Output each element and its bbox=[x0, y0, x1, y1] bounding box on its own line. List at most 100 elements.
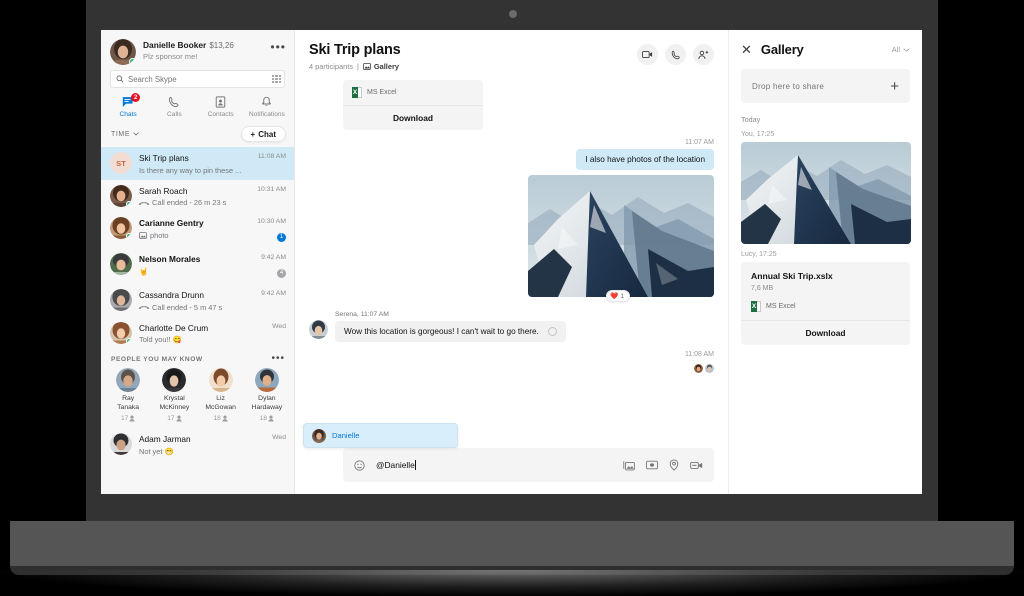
call-ended-icon bbox=[139, 304, 149, 310]
page-title: Ski Trip plans bbox=[309, 42, 400, 58]
message-photo[interactable] bbox=[528, 175, 714, 297]
person-card-ray-tanaka[interactable]: Ray Tanaka 17 bbox=[105, 368, 151, 422]
nav-tab-calls[interactable]: Calls bbox=[151, 96, 197, 118]
chat-item-meta: 9:42 AM 4 bbox=[261, 253, 286, 279]
gallery-link-label: Gallery bbox=[374, 62, 399, 71]
chat-list-item-ski-trip-plans[interactable]: ST Ski Trip plans Is there any way to pi… bbox=[101, 147, 294, 180]
avatar-initials: ST bbox=[110, 152, 132, 174]
people-you-may-know-menu-button[interactable]: ••• bbox=[271, 355, 285, 363]
gallery-link[interactable]: Gallery bbox=[363, 62, 399, 71]
chevron-down-icon bbox=[133, 132, 139, 136]
search-box[interactable] bbox=[110, 70, 285, 88]
gallery-photo-author: You, 17:25 bbox=[741, 131, 910, 138]
muted-unread-badge: 4 bbox=[277, 269, 286, 278]
person-card-liz-mcgowan[interactable]: Liz McGowan 18 bbox=[198, 368, 244, 422]
message-input-value: @Danielle bbox=[376, 460, 415, 470]
avatar[interactable] bbox=[110, 39, 136, 65]
person-card-krystal-mckinney[interactable]: Krystal McKinney 17 bbox=[151, 368, 197, 422]
chat-list-item-adam-jarman[interactable]: Adam Jarman Not yet 😁 Wed bbox=[101, 428, 294, 461]
chat-item-preview-text: Call ended - 5 m 47 s bbox=[152, 303, 222, 312]
profile-menu-button[interactable]: ••• bbox=[270, 39, 286, 51]
chat-item-time: Wed bbox=[272, 323, 286, 330]
add-file-button[interactable]: + bbox=[890, 79, 899, 94]
nav-tabs: 2 Chats Calls Contacts bbox=[101, 94, 294, 123]
video-call-button[interactable] bbox=[637, 44, 658, 65]
chat-list-item-nelson-morales[interactable]: Nelson Morales 🤘 9:42 AM 4 bbox=[101, 248, 294, 284]
chat-list-item-sarah-roach[interactable]: Sarah Roach Call ended - 26 m 23 s 10:31… bbox=[101, 180, 294, 213]
composer-actions bbox=[623, 459, 703, 471]
read-receipts bbox=[309, 364, 714, 373]
search-input[interactable] bbox=[128, 75, 272, 84]
person-first-name: Dylan bbox=[258, 395, 275, 404]
add-people-button[interactable] bbox=[693, 44, 714, 65]
subtitle-divider: | bbox=[357, 62, 359, 71]
participants-count: 4 participants bbox=[309, 62, 353, 71]
chat-list[interactable]: ST Ski Trip plans Is there any way to pi… bbox=[101, 147, 294, 494]
chat-item-body: Charlotte De Crum Told you!! 😋 bbox=[139, 322, 272, 345]
people-you-may-know-header: PEOPLE YOU MAY KNOW ••• bbox=[101, 349, 294, 366]
send-image-icon[interactable] bbox=[623, 460, 635, 471]
close-icon[interactable]: ✕ bbox=[741, 43, 752, 56]
conversation-panel: Ski Trip plans 4 participants | Gallery bbox=[295, 30, 728, 494]
profile-header[interactable]: Danielle Booker$13,26 Plz sponsor me! ••… bbox=[101, 30, 294, 69]
nav-tab-chats-label: Chats bbox=[120, 111, 137, 118]
sort-selector[interactable]: TIME bbox=[111, 131, 139, 138]
new-chat-button[interactable]: + Chat bbox=[241, 126, 286, 142]
account-balance: $13,26 bbox=[209, 41, 233, 50]
chat-item-preview: Is there any way to pin these ... bbox=[139, 166, 258, 175]
gallery-file-app-label: MS Excel bbox=[766, 303, 796, 310]
text-caret bbox=[415, 460, 416, 470]
audio-call-button[interactable] bbox=[665, 44, 686, 65]
chat-list-item-cassandra-drunn[interactable]: Cassandra Drunn Call ended - 5 m 47 s 9:… bbox=[101, 284, 294, 317]
dialpad-icon[interactable] bbox=[272, 75, 281, 84]
nav-tab-notifications[interactable]: Notifications bbox=[244, 96, 290, 118]
send-money-icon[interactable] bbox=[646, 460, 658, 470]
gallery-file-info: Annual Ski Trip.xslx 7,6 MB MS Excel bbox=[741, 262, 910, 320]
chat-item-preview: photo bbox=[139, 231, 257, 240]
read-receipt-avatar bbox=[705, 364, 714, 373]
laptop-shadow bbox=[0, 570, 1024, 596]
person-icon bbox=[222, 415, 228, 422]
send-location-icon[interactable] bbox=[669, 459, 679, 471]
gallery-photo[interactable] bbox=[741, 142, 911, 244]
chat-item-body: Cassandra Drunn Call ended - 5 m 47 s bbox=[139, 289, 261, 312]
chat-list-item-carianne-gentry[interactable]: Carianne Gentry photo 10:30 AM 1 bbox=[101, 212, 294, 248]
avatar bbox=[110, 289, 132, 311]
chat-item-body: Sarah Roach Call ended - 26 m 23 s bbox=[139, 185, 257, 208]
message-reaction[interactable]: ❤️ 1 bbox=[606, 290, 630, 302]
mention-suggestion[interactable]: Danielle bbox=[303, 423, 458, 448]
chat-item-time: 9:42 AM bbox=[261, 254, 286, 261]
chat-list-item-charlotte-de-crum[interactable]: Charlotte De Crum Told you!! 😋 Wed bbox=[101, 317, 294, 350]
message-list[interactable]: MS Excel Download 11:07 AM I also have p… bbox=[295, 80, 728, 448]
mention-suggestion-name: Danielle bbox=[332, 431, 359, 440]
chat-item-name: Ski Trip plans bbox=[139, 153, 258, 163]
outgoing-message-bubble[interactable]: I also have photos of the location bbox=[576, 149, 714, 170]
chat-item-time: 10:31 AM bbox=[257, 186, 286, 193]
call-ended-icon bbox=[139, 200, 149, 206]
mutual-contacts: 17 bbox=[167, 415, 181, 422]
incoming-sender-line: Serena, 11:07 AM bbox=[335, 311, 566, 318]
person-card-dylan-hardaway[interactable]: Dylan Hardaway 18 bbox=[244, 368, 290, 422]
drop-zone[interactable]: Drop here to share + bbox=[741, 69, 910, 103]
webcam-dot-icon bbox=[509, 10, 517, 18]
chat-item-body: Ski Trip plans Is there any way to pin t… bbox=[139, 152, 258, 175]
gallery-file-card[interactable]: Annual Ski Trip.xslx 7,6 MB MS Excel Dow… bbox=[741, 262, 910, 345]
message-input-bar[interactable]: @Danielle bbox=[343, 448, 714, 482]
smiley-icon[interactable] bbox=[354, 460, 365, 471]
incoming-message-text: Wow this location is gorgeous! I can't w… bbox=[344, 327, 539, 336]
phone-icon bbox=[671, 50, 681, 60]
file-message-card[interactable]: MS Excel Download bbox=[343, 80, 483, 130]
avatar: ST bbox=[110, 152, 132, 174]
chat-item-name: Adam Jarman bbox=[139, 434, 272, 444]
send-video-message-icon[interactable] bbox=[690, 461, 703, 470]
nav-tab-chats[interactable]: 2 Chats bbox=[105, 96, 151, 118]
file-download-button[interactable]: Download bbox=[343, 105, 483, 130]
gallery-filter-dropdown[interactable]: All bbox=[892, 45, 910, 54]
mutual-contacts: 18 bbox=[260, 415, 274, 422]
add-reaction-icon[interactable] bbox=[548, 327, 557, 336]
excel-file-icon bbox=[751, 301, 761, 312]
gallery-file-download-button[interactable]: Download bbox=[741, 320, 910, 345]
nav-tab-contacts[interactable]: Contacts bbox=[198, 96, 244, 118]
incoming-message-bubble[interactable]: Wow this location is gorgeous! I can't w… bbox=[335, 321, 566, 342]
message-input[interactable]: @Danielle bbox=[376, 460, 623, 470]
